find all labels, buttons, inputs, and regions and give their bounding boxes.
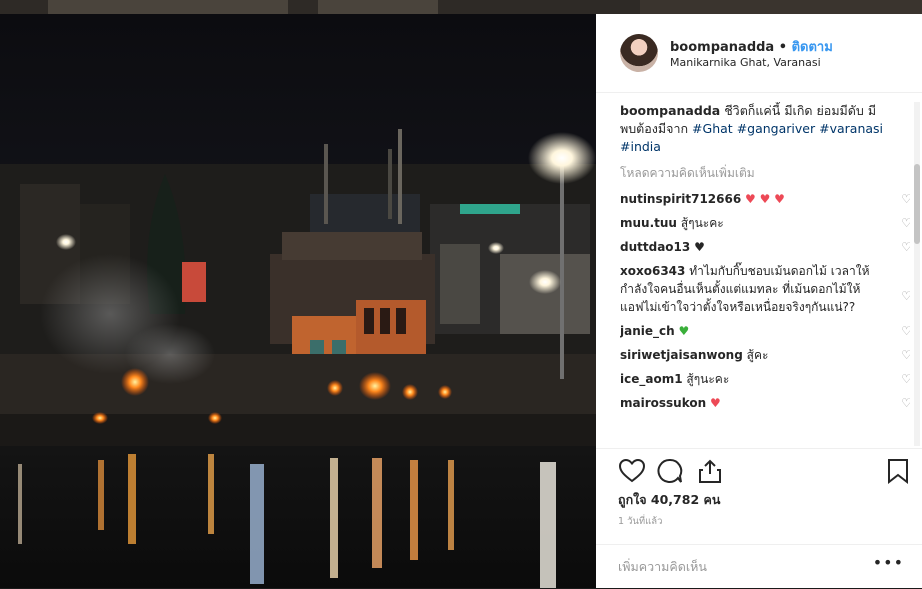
like-heart-icon[interactable] [618,457,646,485]
post-photo-night-ghat [0,14,596,588]
post-author: boompanadda • ติดตาม [670,36,833,57]
comment-text: สู้คะ [746,348,769,362]
bookmark-icon[interactable] [884,457,912,485]
load-more-comments[interactable]: โหลดความคิดเห็นเพิ่มเติม [620,164,910,183]
hashtag-link[interactable]: #india [620,139,661,154]
comment-username[interactable]: duttdao13 [620,240,690,254]
background-segment [318,0,438,14]
likes-count[interactable]: ถูกใจ 40,782 คน [618,490,720,510]
comment-text: สู้ๆนะคะ [686,372,730,386]
comment-like-heart-icon[interactable]: ♡ [901,346,910,364]
post-author-username[interactable]: boompanadda [670,40,774,55]
post-location[interactable]: Manikarnika Ghat, Varanasi [670,56,821,69]
share-upload-icon[interactable] [696,457,724,485]
background-segment [48,0,288,14]
comment-row: muu.tuu สู้ๆนะคะ ♡ [620,211,910,235]
post-timestamp: 1 วันที่แล้ว [618,516,663,527]
hashtag-link[interactable]: #gangariver [737,121,815,136]
background-strip [0,0,922,14]
avatar[interactable] [620,34,658,72]
heart-emoji-icon: ♥ [709,396,721,410]
post-header: boompanadda • ติดตาม Manikarnika Ghat, V… [596,14,922,93]
add-comment-bar: เพิ่มความคิดเห็น ••• [596,544,922,589]
comment-username[interactable]: ice_aom1 [620,372,683,386]
comment-username[interactable]: xoxo6343 [620,264,685,278]
comment-like-heart-icon[interactable]: ♡ [901,394,910,412]
comment-text: สู้ๆนะคะ [680,216,724,230]
comment-row: siriwetjaisanwong สู้คะ ♡ [620,343,910,367]
separator-dot: • [778,40,788,55]
follow-button[interactable]: ติดตาม [792,40,833,55]
comment-username[interactable]: nutinspirit712666 [620,192,741,206]
comment-like-heart-icon[interactable]: ♡ [901,214,910,232]
comment-like-heart-icon[interactable]: ♡ [901,370,910,388]
comment-username[interactable]: mairossukon [620,396,706,410]
comment-row: nutinspirit712666 ♥ ♥ ♥ ♡ [620,187,910,211]
post-side-panel: boompanadda • ติดตาม Manikarnika Ghat, V… [596,14,922,588]
comment-row: duttdao13 ♥ ♡ [620,235,910,259]
comment-bubble-icon[interactable] [656,457,684,485]
comments-list: boompanadda ชีวิตก็แค่นี้ มีเกิด ย่อมมีด… [620,102,910,446]
comment-username[interactable]: muu.tuu [620,216,677,230]
comment-row: ice_aom1 สู้ๆนะคะ ♡ [620,367,910,391]
caption-username[interactable]: boompanadda [620,103,720,118]
add-comment-input[interactable]: เพิ่มความคิดเห็น [618,557,707,577]
comments-scrollbar[interactable] [914,102,920,446]
post-actions-bar [596,448,922,489]
background-segment [640,0,922,14]
green-heart-emoji-icon: ♥ [678,324,690,338]
comments-scrollbar-thumb[interactable] [914,164,920,244]
hashtag-link[interactable]: #Ghat [692,121,733,136]
comment-username[interactable]: siriwetjaisanwong [620,348,743,362]
heart-emoji-icon: ♥ ♥ ♥ [745,192,785,206]
comment-username[interactable]: janie_ch [620,324,675,338]
comment-row: xoxo6343 ทำไมกับกิ๊บชอบเม้นดอกไม้ เวลาให… [620,259,910,319]
hashtag-link[interactable]: #varanasi [819,121,883,136]
comment-row: janie_ch ♥ ♡ [620,319,910,343]
comment-like-heart-icon[interactable]: ♡ [901,238,910,256]
comment-like-heart-icon[interactable]: ♡ [901,287,910,305]
post-caption: boompanadda ชีวิตก็แค่นี้ มีเกิด ย่อมมีด… [620,102,890,156]
comment-row: mairossukon ♥ ♡ [620,391,910,415]
comment-like-heart-icon[interactable]: ♡ [901,190,910,208]
heart-emoji-icon: ♥ [694,240,705,254]
more-options-icon[interactable]: ••• [873,553,904,572]
comment-like-heart-icon[interactable]: ♡ [901,322,910,340]
post-photo[interactable] [0,14,596,588]
